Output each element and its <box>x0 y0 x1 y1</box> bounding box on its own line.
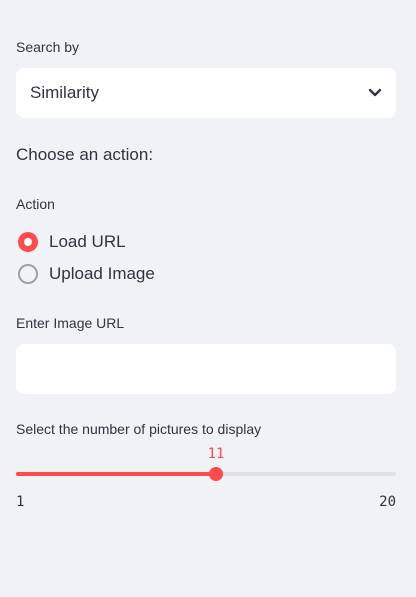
slider-current-value: 11 <box>207 446 225 462</box>
radio-upload-image[interactable]: Upload Image <box>18 264 155 284</box>
slider-label: Select the number of pictures to display <box>16 421 262 437</box>
chevron-down-icon <box>368 88 382 98</box>
choose-action-heading: Choose an action: <box>16 145 154 164</box>
sidebar-panel: Search by Similarity Choose an action: A… <box>0 0 416 597</box>
image-url-label: Enter Image URL <box>16 315 125 331</box>
action-label: Action <box>16 196 55 212</box>
search-by-select[interactable]: Similarity <box>16 68 396 118</box>
radio-unselected-icon <box>18 264 38 284</box>
slider-track-fill <box>16 472 216 476</box>
pictures-count-slider[interactable]: 11 1 20 <box>16 440 396 520</box>
slider-track[interactable] <box>16 472 396 476</box>
slider-min-label: 1 <box>16 494 25 510</box>
search-by-label: Search by <box>16 39 80 55</box>
radio-load-url-label: Load URL <box>49 232 126 251</box>
search-by-value: Similarity <box>30 83 99 102</box>
radio-selected-icon <box>18 232 38 252</box>
slider-thumb[interactable] <box>209 467 223 481</box>
image-url-input[interactable] <box>16 344 396 394</box>
radio-load-url[interactable]: Load URL <box>18 232 126 252</box>
radio-upload-image-label: Upload Image <box>49 264 155 283</box>
slider-max-label: 20 <box>379 494 396 510</box>
